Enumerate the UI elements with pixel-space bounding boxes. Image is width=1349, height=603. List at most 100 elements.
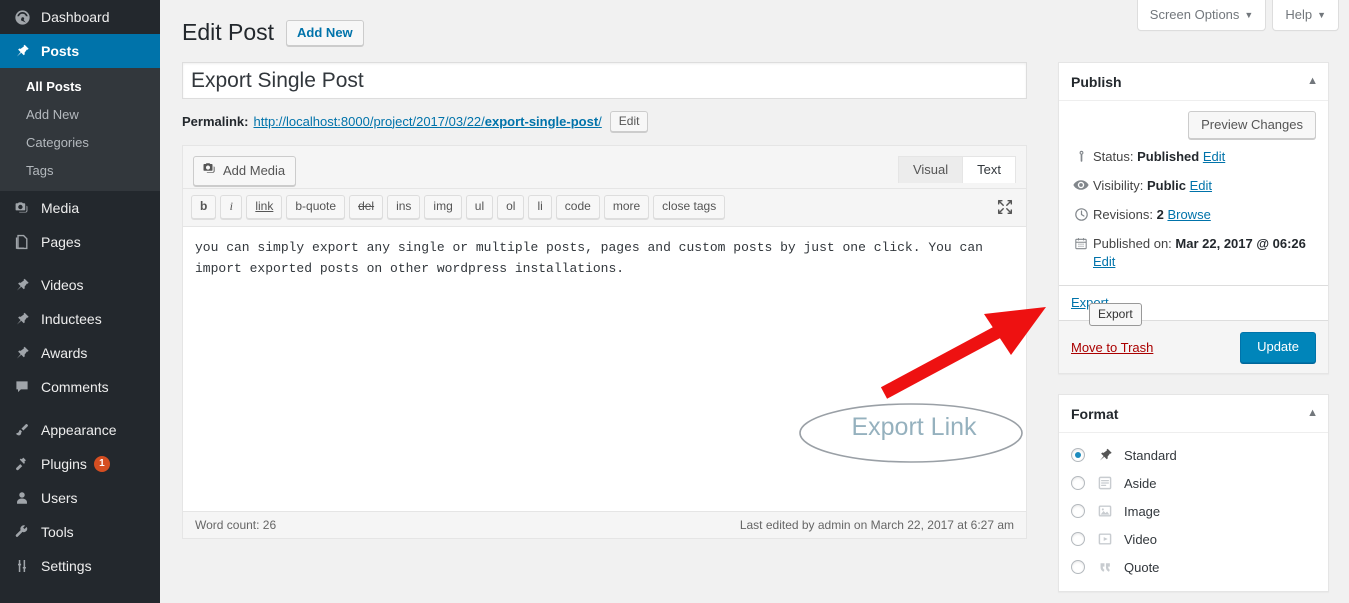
admin-sidebar: Dashboard Posts All Posts Add New Categories… xyxy=(0,0,168,603)
edit-published-link[interactable]: Edit xyxy=(1093,254,1115,269)
sidebar-item-videos[interactable]: Videos xyxy=(0,268,160,302)
format-option-standard[interactable]: Standard xyxy=(1071,441,1316,469)
update-button[interactable]: Update xyxy=(1240,331,1316,363)
visibility-row: Visibility: Public Edit xyxy=(1071,170,1316,199)
post-title-input[interactable] xyxy=(182,62,1027,99)
quicktag-code[interactable]: code xyxy=(555,195,600,219)
format-option-label: Image xyxy=(1124,503,1161,519)
quicktag-ul[interactable]: ul xyxy=(465,195,494,219)
quicktag-del[interactable]: del xyxy=(349,195,384,219)
format-radio[interactable] xyxy=(1071,560,1085,574)
tab-visual[interactable]: Visual xyxy=(897,156,964,183)
sidebar-item-comments[interactable]: Comments xyxy=(0,370,160,404)
permalink-label: Permalink: xyxy=(182,113,249,129)
sidebar-item-label: Awards xyxy=(41,345,88,361)
submenu-item-add-new[interactable]: Add New xyxy=(0,101,160,129)
sidebar-item-awards[interactable]: Awards xyxy=(0,336,160,370)
submenu-item-all-posts[interactable]: All Posts xyxy=(0,73,160,101)
sliders-icon xyxy=(12,556,32,576)
quicktag-img[interactable]: img xyxy=(424,195,462,219)
sidebar-item-inductees[interactable]: Inductees xyxy=(0,302,160,336)
screen-meta-links: Screen Options ▼ Help ▼ xyxy=(1136,0,1339,31)
quicktag-ol[interactable]: ol xyxy=(497,195,525,219)
format-radio[interactable] xyxy=(1071,504,1085,518)
sidebar-item-settings[interactable]: Settings xyxy=(0,549,160,583)
add-media-button[interactable]: Add Media xyxy=(193,156,297,186)
sidebar-item-dashboard[interactable]: Dashboard xyxy=(0,0,160,34)
quicktag-li[interactable]: li xyxy=(528,195,552,219)
annotation-label: Export Link xyxy=(851,413,977,441)
format-box-header: Format ▲ xyxy=(1059,395,1328,433)
video-icon xyxy=(1095,531,1115,547)
format-radio[interactable] xyxy=(1071,476,1085,490)
format-option-quote[interactable]: Quote xyxy=(1071,553,1316,581)
pin-icon xyxy=(12,309,32,329)
permalink-base: http://localhost:8000/project/2017/03/22… xyxy=(253,113,485,129)
browse-revisions-link[interactable]: Browse xyxy=(1167,207,1210,222)
quicktag-ins[interactable]: ins xyxy=(387,195,421,219)
quicktag-i[interactable]: i xyxy=(220,195,243,219)
format-radio[interactable] xyxy=(1071,448,1085,462)
add-new-button[interactable]: Add New xyxy=(286,19,364,46)
revisions-row: Revisions: 2 Browse xyxy=(1071,199,1316,228)
page-header: Edit Post Add New xyxy=(182,18,364,47)
aside-icon xyxy=(1095,475,1115,491)
edit-permalink-button[interactable]: Edit xyxy=(609,110,649,132)
sidebar-item-label: Users xyxy=(41,490,78,506)
move-to-trash-link[interactable]: Move to Trash xyxy=(1071,340,1153,355)
format-option-image[interactable]: Image xyxy=(1071,497,1316,525)
dashboard-icon xyxy=(12,7,32,27)
editor-mode-tabs: Visual Text xyxy=(897,156,1016,183)
format-option-video[interactable]: Video xyxy=(1071,525,1316,553)
sidebar-item-pages[interactable]: Pages xyxy=(0,225,160,259)
visibility-text: Visibility: Public Edit xyxy=(1093,177,1212,195)
minor-publishing-actions: Preview Changes Status: Published Edit V… xyxy=(1059,101,1328,286)
clock-icon xyxy=(1071,207,1091,222)
fullscreen-icon[interactable] xyxy=(996,198,1014,216)
sidebar-item-posts[interactable]: Posts xyxy=(0,34,168,68)
submenu-item-categories[interactable]: Categories xyxy=(0,129,160,157)
sidebar-item-users[interactable]: Users xyxy=(0,481,160,515)
help-button[interactable]: Help ▼ xyxy=(1272,0,1339,31)
eye-icon xyxy=(1071,178,1091,192)
format-option-aside[interactable]: Aside xyxy=(1071,469,1316,497)
sidebar-item-appearance[interactable]: Appearance xyxy=(0,413,160,447)
quicktag-close-tags[interactable]: close tags xyxy=(653,195,726,219)
permalink-link[interactable]: http://localhost:8000/project/2017/03/22… xyxy=(253,114,601,129)
published-on-text: Published on: Mar 22, 2017 @ 06:26 Edit xyxy=(1093,235,1316,271)
sidebar-item-label: Posts xyxy=(41,43,80,59)
menu-separator xyxy=(0,404,160,413)
brush-icon xyxy=(12,420,32,440)
format-radio[interactable] xyxy=(1071,532,1085,546)
sidebar-item-media[interactable]: Media xyxy=(0,191,160,225)
chevron-up-icon[interactable]: ▲ xyxy=(1307,407,1318,419)
pin-icon xyxy=(12,275,32,295)
preview-changes-button[interactable]: Preview Changes xyxy=(1188,111,1316,139)
user-icon xyxy=(12,488,32,508)
plug-icon xyxy=(12,454,32,474)
pin-icon xyxy=(12,41,32,61)
screen-options-button[interactable]: Screen Options ▼ xyxy=(1136,0,1267,31)
wrench-icon xyxy=(12,522,32,542)
calendar-icon xyxy=(1071,236,1091,251)
edit-visibility-link[interactable]: Edit xyxy=(1190,178,1212,193)
major-publishing-actions: Export Move to Trash Update xyxy=(1059,303,1328,373)
sidebar-item-plugins[interactable]: Plugins 1 xyxy=(0,447,160,481)
permalink-row: Permalink: http://localhost:8000/project… xyxy=(182,109,1027,133)
post-content-textarea[interactable]: you can simply export any single or mult… xyxy=(183,227,1026,511)
image-icon xyxy=(1095,503,1115,519)
status-value: Published xyxy=(1137,149,1200,164)
quicktag-b[interactable]: b xyxy=(191,195,217,219)
quicktag-more[interactable]: more xyxy=(603,195,650,219)
submenu-item-tags[interactable]: Tags xyxy=(0,157,160,185)
edit-status-link[interactable]: Edit xyxy=(1203,149,1225,164)
sidebar-item-label: Tools xyxy=(41,524,74,540)
quicktag-b-quote[interactable]: b-quote xyxy=(286,195,346,219)
sidebar-item-tools[interactable]: Tools xyxy=(0,515,160,549)
visibility-value: Public xyxy=(1146,178,1186,193)
quicktag-link[interactable]: link xyxy=(246,195,283,219)
tab-text[interactable]: Text xyxy=(962,156,1016,183)
last-edited: Last edited by admin on March 22, 2017 a… xyxy=(739,517,1014,532)
published-on-row: Published on: Mar 22, 2017 @ 06:26 Edit xyxy=(1071,228,1316,275)
chevron-up-icon[interactable]: ▲ xyxy=(1307,75,1318,87)
